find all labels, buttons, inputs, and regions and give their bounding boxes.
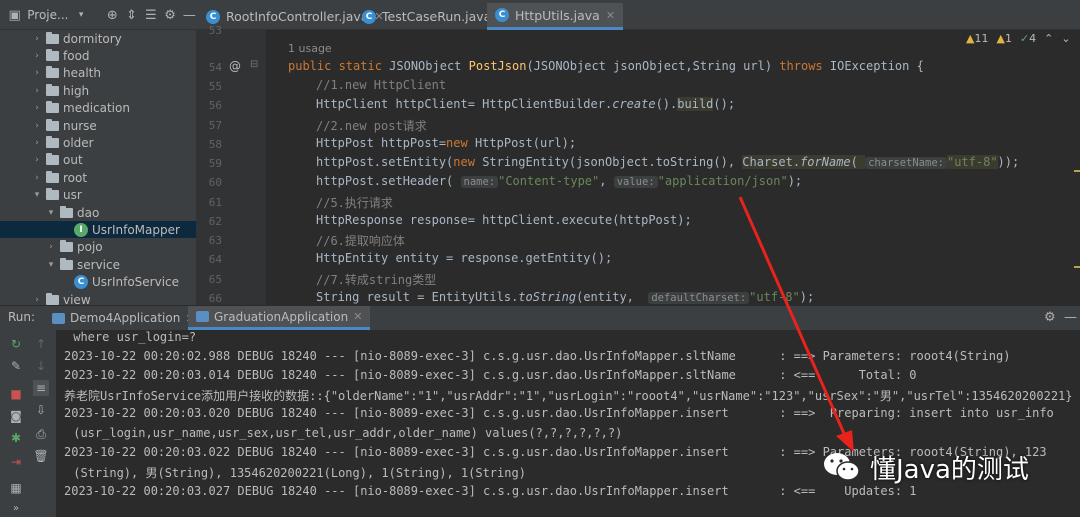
- line-number: 58: [208, 138, 222, 151]
- arrow-down-icon[interactable]: ↓: [33, 358, 49, 374]
- spring-app-icon: [196, 311, 209, 322]
- code-line-57: //2.new post请求: [316, 119, 427, 133]
- expand-all-icon[interactable]: ☰: [144, 7, 157, 23]
- gear-icon[interactable]: ⚙: [163, 7, 176, 23]
- code-line-64: HttpEntity entity = response.getEntity()…: [316, 251, 613, 265]
- code-line-58: HttpPost httpPost=new HttpPost(url);: [316, 136, 577, 150]
- wechat-icon: [824, 453, 860, 481]
- line-number: 56: [208, 99, 222, 112]
- run-tab-demo4application[interactable]: Demo4Application ✕: [44, 306, 203, 330]
- spring-app-icon: [52, 312, 65, 324]
- scroll-marker[interactable]: [1074, 266, 1080, 268]
- line-number: 60: [208, 176, 222, 189]
- rerun-icon[interactable]: ↻: [8, 336, 24, 352]
- stop-icon[interactable]: ■: [8, 386, 24, 402]
- code-line-55: //1.new HttpClient: [316, 78, 447, 92]
- close-icon[interactable]: ✕: [353, 310, 362, 323]
- project-window-icon[interactable]: ▣: [8, 7, 21, 23]
- line-number: 55: [208, 80, 222, 93]
- line-number: 59: [208, 157, 222, 170]
- watermark-text: 懂Java的测试: [870, 454, 1029, 485]
- code-line-56: HttpClient httpClient= HttpClientBuilder…: [316, 97, 736, 111]
- debug-icon[interactable]: ✱: [8, 430, 24, 446]
- console-line: 2023-10-22 00:20:03.014 DEBUG 18240 --- …: [64, 368, 917, 382]
- locate-icon[interactable]: ⊕: [106, 7, 119, 23]
- collapse-all-icon[interactable]: ⇕: [125, 7, 138, 23]
- line-number: 63: [208, 234, 222, 247]
- usage-hint[interactable]: 1 usage: [288, 42, 332, 55]
- parameter-hint: defaultCharset:: [648, 292, 750, 304]
- tab-label: RootInfoController.java: [226, 9, 369, 24]
- trash-icon[interactable]: 🗑: [33, 448, 49, 464]
- console-line: 2023-10-22 00:20:02.988 DEBUG 18240 --- …: [64, 349, 1011, 363]
- line-number: 57: [208, 119, 222, 132]
- exit-icon[interactable]: ⇥: [8, 454, 24, 470]
- line-number: 53: [208, 24, 222, 37]
- console-line: 2023-10-22 00:20:03.020 DEBUG 18240 --- …: [64, 406, 1054, 420]
- folder-icon: [46, 48, 59, 61]
- project-label[interactable]: Proje...: [27, 8, 68, 22]
- hide-panel-icon[interactable]: —: [1064, 310, 1077, 325]
- line-number: 66: [208, 292, 222, 305]
- soft-wrap-icon[interactable]: ≡: [33, 380, 49, 396]
- ok-count: ✓4: [1019, 32, 1037, 45]
- parameter-hint: value:: [613, 176, 658, 188]
- tab-label: HttpUtils.java: [515, 7, 600, 23]
- code-line-62: HttpResponse response= httpClient.execut…: [316, 213, 692, 227]
- inspection-widget[interactable]: ▲11 ▲1 ✓4 ⌃ ⌄: [966, 32, 1071, 45]
- code-line-61: //5.执行请求: [316, 196, 393, 210]
- scroll-to-end-icon[interactable]: ⇩: [33, 402, 49, 418]
- gear-icon[interactable]: ⚙: [1044, 310, 1056, 325]
- check-icon: ✓: [1019, 32, 1030, 45]
- override-marker-icon[interactable]: @: [229, 59, 241, 73]
- code-line-59: httpPost.setEntity(new StringEntity(json…: [316, 155, 1020, 169]
- weak-warning-count: ▲1: [996, 32, 1012, 45]
- java-class-icon: C: [206, 9, 220, 24]
- run-toolbar: ↻ ↑ ✎ ↓ ≡ ■ ⇩ ◙ ⎙ ✱ 🗑 ⇥ ▦ »: [0, 330, 56, 517]
- line-number: 54: [208, 61, 222, 74]
- console-line: 2023-10-22 00:20:03.027 DEBUG 18240 --- …: [64, 484, 917, 498]
- line-number: 62: [208, 215, 222, 228]
- camera-icon[interactable]: ◙: [8, 408, 24, 424]
- tab-label: TestCaseRun.java: [382, 9, 492, 24]
- layout-icon[interactable]: ▦: [8, 480, 24, 496]
- more-icon[interactable]: »: [8, 500, 24, 516]
- arrow-up-icon[interactable]: ↑: [33, 336, 49, 352]
- chevron-right-icon[interactable]: ›: [32, 51, 42, 61]
- java-class-icon: C: [495, 8, 509, 22]
- console-line: 养老院UsrInfoService添加用户接收的数据::{"olderName"…: [64, 389, 1073, 403]
- run-label: Run:: [8, 310, 36, 324]
- scroll-marker[interactable]: [1074, 170, 1080, 172]
- console-line: (String), 男(String), 1354620200221(Long)…: [66, 466, 526, 480]
- parameter-hint: name:: [460, 176, 499, 188]
- watermark: 懂Java的测试: [822, 440, 1072, 494]
- print-icon[interactable]: ⎙: [33, 426, 49, 442]
- line-number: 64: [208, 253, 222, 266]
- code-line-60: httpPost.setHeader( name: "Content-type",…: [316, 174, 803, 188]
- code-line-63: //6.提取响应体: [316, 234, 405, 248]
- chevron-down-icon[interactable]: ⌄: [1061, 32, 1070, 45]
- close-icon[interactable]: ✕: [606, 9, 615, 22]
- wrench-icon[interactable]: ✎: [8, 358, 24, 374]
- parameter-hint: charsetName:: [865, 157, 947, 169]
- weak-warning-icon: ▲: [996, 32, 1005, 45]
- code-line-65: //7.转成string类型: [316, 273, 437, 287]
- hide-panel-icon[interactable]: —: [183, 7, 196, 23]
- tab-httputils[interactable]: C HttpUtils.java ✕: [487, 3, 624, 30]
- line-number: 65: [208, 273, 222, 286]
- warning-count: ▲11: [966, 32, 989, 45]
- code-line-66: String result = EntityUtils.toString(ent…: [316, 290, 815, 304]
- chevron-up-icon[interactable]: ⌃: [1044, 32, 1053, 45]
- chevron-down-icon[interactable]: ▾: [74, 7, 87, 23]
- java-class-icon: C: [362, 9, 376, 24]
- fold-icon[interactable]: ⊟: [250, 59, 258, 70]
- run-tab-graduationapplication[interactable]: GraduationApplication ✕: [188, 306, 371, 330]
- line-number: 61: [208, 196, 222, 209]
- console-line: where usr_login=?: [66, 330, 197, 344]
- console-line: (usr_login,usr_name,usr_sex,usr_tel,usr_…: [66, 426, 623, 440]
- code-line-54: public static JSONObject PostJson(JSONOb…: [288, 59, 924, 73]
